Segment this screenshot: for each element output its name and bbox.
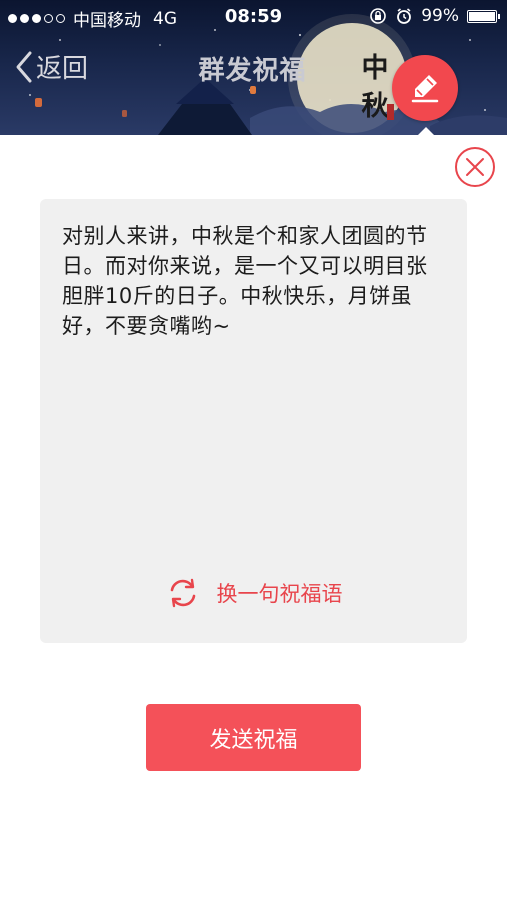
pen-edit-icon: [411, 75, 439, 103]
page-title: 群发祝福: [198, 56, 307, 86]
status-bar: 中国移动 4G 08:59 99%: [0, 0, 507, 34]
change-greeting-button[interactable]: 换一句祝福语: [40, 575, 467, 611]
change-greeting-label: 换一句祝福语: [216, 582, 343, 606]
edit-message-button[interactable]: [392, 55, 458, 121]
send-greeting-button[interactable]: 发送祝福: [146, 704, 361, 771]
close-button[interactable]: [454, 146, 496, 188]
chevron-left-icon: [16, 51, 32, 82]
battery-percent: 99%: [421, 6, 459, 26]
red-seal: [387, 104, 394, 120]
orientation-lock-icon: [370, 8, 387, 24]
back-button[interactable]: 返回: [14, 48, 88, 85]
back-label: 返回: [36, 54, 89, 84]
greeting-message: 对别人来讲，中秋是个和家人团圆的节日。而对你来说，是一个又可以明目张胆胖10斤的…: [62, 224, 428, 338]
screen: 中国移动 4G 08:59 99% 返回 群发祝福 中秋 对别人来讲，中秋是个和…: [0, 0, 507, 900]
alarm-icon: [397, 8, 412, 24]
battery-level: [469, 11, 495, 21]
calligraphy-text: 中秋: [361, 53, 389, 122]
close-circle-icon: [455, 147, 495, 187]
popover-pointer: [417, 127, 435, 136]
message-card: 对别人来讲，中秋是个和家人团圆的节日。而对你来说，是一个又可以明目张胆胖10斤的…: [40, 199, 467, 643]
mid-autumn-calligraphy: 中秋: [355, 50, 395, 126]
battery-icon: [467, 9, 500, 23]
refresh-icon: [170, 578, 195, 608]
